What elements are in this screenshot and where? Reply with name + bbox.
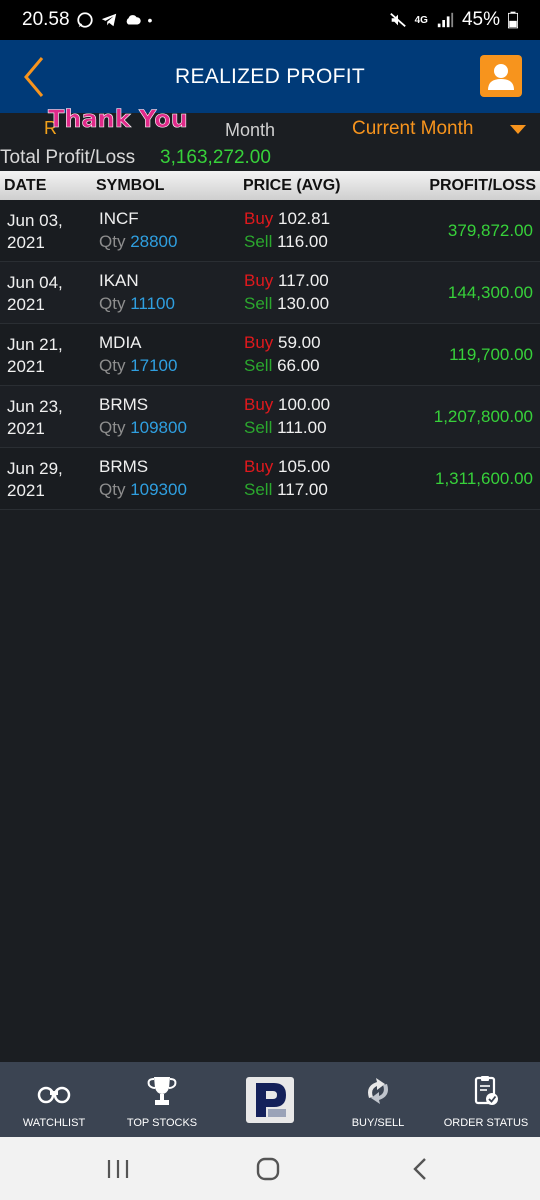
qty-cell: Qty 109300 [99, 480, 187, 499]
nav-top-stocks[interactable]: TOP STOCKS [108, 1062, 216, 1137]
qty-cell: Qty 109800 [99, 418, 187, 437]
clipboard-check-icon [474, 1076, 498, 1105]
buy-price-cell: Buy 59.00 [244, 333, 321, 352]
battery-percent: 45% [461, 9, 500, 30]
status-bar: 20.58 • 4G 45% [0, 0, 540, 40]
recent-apps-icon[interactable] [98, 1155, 138, 1183]
period-select[interactable]: Current Month [352, 118, 473, 140]
symbol-cell: BRMS [99, 457, 149, 476]
total-value: 3,163,272.00 [160, 147, 271, 168]
nav-label: BUY/SELL [351, 1117, 405, 1129]
nav-order-status[interactable]: ORDER STATUS [432, 1062, 540, 1137]
clock: 20.58 [22, 9, 70, 30]
table-row[interactable]: Jun 04, 2021 IKAN Qty 11100 Buy 117.00 Se… [0, 262, 540, 324]
network-type: 4G [414, 14, 428, 26]
sell-price-cell: Sell 130.00 [244, 294, 330, 313]
chevron-down-icon[interactable] [510, 125, 526, 134]
notification-dot: • [147, 12, 153, 28]
table-header: DATE SYMBOL PRICE (AVG) PROFIT/LOSS [0, 171, 540, 200]
date-cell: Jun 04, 2021 [7, 273, 63, 314]
thank-you-text: Thank You [48, 105, 188, 133]
nav-label: ORDER STATUS [443, 1117, 529, 1129]
table-row[interactable]: Jun 21, 2021 MDIA Qty 17100 Buy 59.00 Sel… [0, 324, 540, 386]
column-header-date: DATE [4, 177, 47, 194]
user-icon [488, 64, 514, 90]
app-logo-button[interactable] [246, 1077, 294, 1123]
nav-buy-sell[interactable]: BUY/SELL [324, 1062, 432, 1137]
buy-sell-icon [368, 1078, 388, 1104]
back-button[interactable] [16, 54, 52, 100]
sell-price-cell: Sell 111.00 [244, 418, 327, 437]
home-icon[interactable] [248, 1155, 288, 1183]
profile-button[interactable] [480, 55, 522, 97]
profit-loss-cell: 379,872.00 [447, 221, 533, 240]
date-cell: Jun 23, 2021 [7, 397, 63, 438]
nav-watchlist[interactable]: WATCHLIST [0, 1062, 108, 1137]
month-label: Month [225, 120, 276, 140]
profit-loss-cell: 119,700.00 [449, 345, 533, 364]
sell-price-cell: Sell 116.00 [244, 232, 328, 251]
thank-you-sticker: Thank You [48, 105, 188, 134]
buy-price-cell: Buy 102.81 [244, 209, 331, 228]
nav-label: TOP STOCKS [126, 1117, 198, 1129]
column-header-symbol: SYMBOL [96, 177, 165, 194]
telegram-icon [101, 13, 116, 27]
period-filter: R Thank You Month Current Month [0, 105, 540, 147]
sell-price-cell: Sell 117.00 [244, 480, 328, 499]
chevron-left-icon [24, 57, 44, 97]
symbol-cell: INCF [99, 209, 139, 228]
profit-table: Jun 03, 2021 INCF Qty 28800 Buy 102.81 Se… [0, 200, 540, 510]
page-title: REALIZED PROFIT [174, 64, 366, 88]
symbol-cell: BRMS [99, 395, 149, 414]
mute-icon [389, 13, 406, 27]
symbol-cell: MDIA [99, 333, 142, 352]
table-row[interactable]: Jun 29, 2021 BRMS Qty 109300 Buy 105.00 S… [0, 448, 540, 510]
whatsapp-icon [76, 12, 93, 28]
nav-label: WATCHLIST [22, 1117, 86, 1129]
binoculars-icon [37, 1086, 71, 1104]
total-profit-loss: Total Profit/Loss 3,163,272.00 [0, 147, 540, 171]
system-navigation-bar [0, 1137, 540, 1200]
profit-loss-cell: 1,311,600.00 [435, 469, 533, 488]
buy-price-cell: Buy 117.00 [244, 271, 329, 290]
battery-icon [508, 11, 518, 29]
buy-price-cell: Buy 105.00 [244, 457, 331, 476]
profit-loss-cell: 144,300.00 [447, 283, 533, 302]
sell-price-cell: Sell 66.00 [244, 356, 320, 375]
symbol-cell: IKAN [99, 271, 139, 290]
profit-loss-cell: 1,207,800.00 [433, 407, 533, 426]
column-header-profit-loss: PROFIT/LOSS [429, 177, 536, 194]
cloud-icon [126, 15, 141, 25]
date-cell: Jun 03, 2021 [7, 211, 63, 252]
qty-cell: Qty 11100 [99, 294, 175, 313]
qty-cell: Qty 28800 [99, 232, 178, 251]
qty-cell: Qty 17100 [99, 356, 178, 375]
signal-icon [437, 12, 454, 28]
column-header-price: PRICE (AVG) [243, 177, 341, 194]
table-row[interactable]: Jun 23, 2021 BRMS Qty 109800 Buy 100.00 S… [0, 386, 540, 448]
app-logo-icon [256, 1083, 286, 1117]
trophy-icon [147, 1077, 177, 1105]
back-icon[interactable] [400, 1155, 440, 1183]
date-cell: Jun 21, 2021 [7, 335, 63, 376]
date-cell: Jun 29, 2021 [7, 459, 63, 500]
total-label: Total Profit/Loss [0, 147, 136, 168]
buy-price-cell: Buy 100.00 [244, 395, 331, 414]
table-row[interactable]: Jun 03, 2021 INCF Qty 28800 Buy 102.81 Se… [0, 200, 540, 262]
